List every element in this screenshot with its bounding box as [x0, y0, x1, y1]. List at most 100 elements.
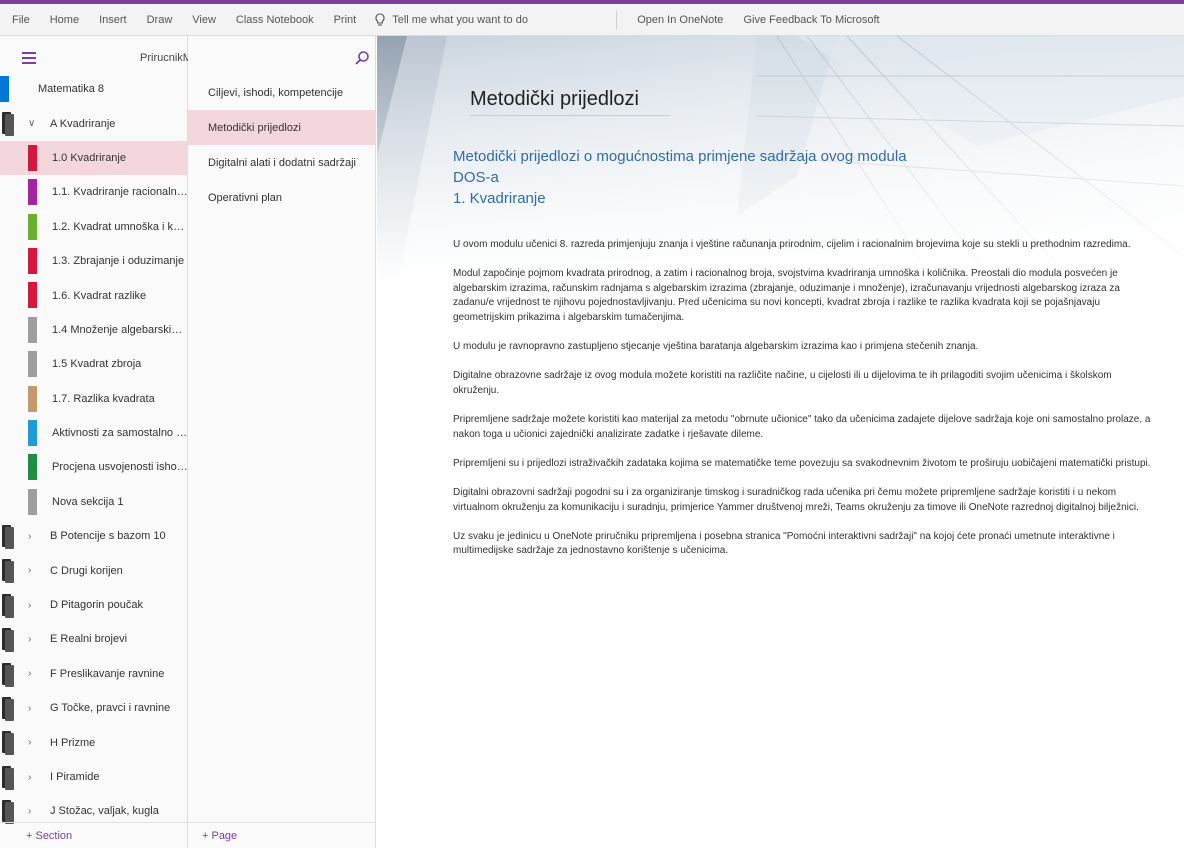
section-item[interactable]: 1.2. Kvadrat umnoška i količnika [0, 210, 188, 244]
section-item[interactable]: 1.6. Kvadrat razlike [0, 278, 188, 312]
page-label: Metodički prijedlozi [208, 121, 301, 134]
section-item[interactable]: Aktivnosti za samostalno učenje [0, 416, 188, 450]
section-group-icon [2, 662, 16, 687]
section-color-tab [28, 454, 37, 481]
tab-print[interactable]: Print [324, 14, 367, 26]
section-color-tab [28, 419, 37, 446]
section-list: Matematika 8 ∨ A Kvadriranje 1.0 Kvadriranj… [0, 72, 188, 829]
section-group-icon [2, 800, 16, 825]
page-item[interactable]: Digitalni alati i dodatni sadržaji [188, 145, 376, 180]
page-label: Ciljevi, ishodi, kompetencije [208, 86, 344, 99]
section-label: A Kvadriranje [50, 117, 116, 130]
section-label: E Realni brojevi [50, 633, 128, 646]
lightbulb-icon [375, 12, 385, 26]
section-label: C Drugi korijen [50, 564, 123, 577]
section-color-tab [28, 247, 37, 274]
section-label: 1.7. Razlika kvadrata [52, 392, 155, 405]
section-color-tab [28, 488, 37, 515]
section-group[interactable]: ∨ A Kvadriranje [0, 106, 188, 140]
add-page-button[interactable]: + Page [188, 822, 376, 848]
page-navigation-pane: Ciljevi, ishodi, kompetencije Metodički p… [188, 36, 376, 848]
section-group[interactable]: › I Piramide [0, 760, 188, 794]
body-paragraph: U modulu je ravnopravno zastupljeno stje… [453, 341, 979, 353]
section-item[interactable]: 1.7. Razlika kvadrata [0, 382, 188, 416]
section-item[interactable]: 1.4 Množenje algebarskih izraza [0, 313, 188, 347]
section-group[interactable]: › H Prizme [0, 725, 188, 759]
section-item[interactable]: 1.1. Kvadriranje racionalnih brojeva [0, 175, 188, 209]
section-item[interactable]: Procjena usvojenosti ishoda [0, 450, 188, 484]
ribbon: File Home Insert Draw View Class Noteboo… [0, 4, 1184, 36]
section-group[interactable]: › D Pitagorin poučak [0, 588, 188, 622]
section-label: 1.0 Kvadriranje [52, 151, 126, 164]
section-group-icon [2, 593, 16, 618]
page-label: Digitalni alati i dodatni sadržaji [208, 156, 356, 169]
page-label: Operativni plan [208, 191, 282, 204]
tab-home[interactable]: Home [40, 14, 89, 26]
tell-me-box[interactable]: Tell me what you want to do [366, 12, 606, 27]
section-label: 1.5 Kvadrat zbroja [52, 358, 142, 371]
body-paragraph: Pripremljeni su i prijedlozi istraživačk… [453, 457, 1151, 469]
section-label: J Stožac, valjak, kugla [50, 805, 159, 818]
tab-view[interactable]: View [182, 14, 226, 26]
section-color-tab [28, 351, 37, 378]
subheading-line: Metodički prijedlozi o mogućnostima prim… [453, 148, 907, 165]
section-label: G Točke, pravci i ravnine [50, 702, 171, 715]
tab-insert[interactable]: Insert [89, 14, 137, 26]
section-item[interactable]: Matematika 8 [0, 72, 188, 106]
section-color-tab [28, 282, 37, 309]
body-paragraph: U ovom modulu učenici 8. razreda primjen… [453, 239, 1131, 250]
section-navigation-pane: PrirucnikMatematika8 Matematika 8∨A Kvad… [0, 36, 246, 848]
tell-me-label: Tell me what you want to do [392, 13, 528, 26]
section-label: D Pitagorin poučak [50, 599, 143, 612]
section-label: I Piramide [50, 771, 100, 783]
body-paragraph: Digitalni obrazovni sadržaji pogodni su … [453, 487, 1139, 513]
section-group[interactable]: › E Realni brojevi [0, 622, 188, 656]
body-paragraph: Digitalne obrazovne sadržaje iz ovog mod… [453, 370, 1112, 396]
page-item[interactable]: Metodički prijedlozi [188, 110, 376, 145]
section-item[interactable]: 1.0 Kvadriranje [0, 140, 188, 176]
add-section-button[interactable]: + Section [0, 822, 188, 848]
content-body[interactable]: U ovom modulu učenici 8. razreda primjen… [453, 238, 1158, 574]
tab-class-notebook[interactable]: Class Notebook [226, 14, 324, 26]
section-color-tab [28, 213, 37, 240]
page-item[interactable]: Ciljevi, ishodi, kompetencije [188, 75, 376, 110]
section-group[interactable]: › F Preslikavanje ravnine [0, 657, 188, 691]
section-label: 1.6. Kvadrat razlike [52, 289, 147, 302]
page-list: Ciljevi, ishodi, kompetencije Metodički p… [188, 75, 376, 215]
page-canvas[interactable]: Metodički prijedlozi Metodički prijedloz… [377, 36, 1184, 848]
section-group-icon [2, 525, 16, 550]
search-icon[interactable] [354, 50, 370, 66]
hamburger-icon[interactable] [22, 52, 36, 64]
body-paragraph: Pripremljene sadržaje možete koristiti k… [453, 414, 1151, 440]
section-item[interactable]: 1.3. Zbrajanje i oduzimanje [0, 244, 188, 278]
feedback-button[interactable]: Give Feedback To Microsoft [733, 14, 889, 26]
section-group-icon [2, 765, 16, 790]
tab-file[interactable]: File [0, 14, 40, 26]
section-color-tab [0, 76, 9, 102]
page-title[interactable]: Metodički prijedlozi [470, 88, 670, 116]
subheading-line: 1. Kvadriranje [453, 190, 546, 207]
body-paragraph: Uz svaku je jedinicu u OneNote priručnik… [453, 530, 1115, 557]
section-label: B Potencije s bazom 10 [50, 530, 166, 543]
section-group[interactable]: › C Drugi korijen [0, 553, 188, 587]
section-group-icon [2, 112, 16, 137]
section-color-tab [28, 316, 37, 343]
section-item[interactable]: Nova sekcija 1 [0, 485, 188, 519]
section-group-icon [2, 731, 16, 756]
section-label: H Prizme [50, 736, 96, 749]
section-color-tab [28, 144, 37, 171]
section-group[interactable]: › B Potencije s bazom 10 [0, 519, 188, 553]
section-group-icon [2, 697, 16, 722]
subheading-line: DOS-a [453, 169, 499, 186]
content-subheading[interactable]: Metodički prijedlozi o mogućnostima prim… [453, 146, 1093, 209]
ribbon-divider [616, 10, 618, 29]
body-paragraph: Modul započinje pojmom kvadrata prirodno… [453, 268, 1120, 323]
tab-draw[interactable]: Draw [137, 14, 183, 26]
page-item[interactable]: Operativni plan [188, 180, 376, 215]
section-item[interactable]: 1.5 Kvadrat zbroja [0, 347, 188, 381]
section-group[interactable]: › G Točke, pravci i ravnine [0, 691, 188, 725]
open-in-onenote-button[interactable]: Open In OneNote [627, 14, 733, 26]
section-label: Matematika 8 [38, 83, 105, 96]
section-label: F Preslikavanje ravnine [50, 667, 165, 680]
section-label: Nova sekcija 1 [52, 495, 124, 508]
